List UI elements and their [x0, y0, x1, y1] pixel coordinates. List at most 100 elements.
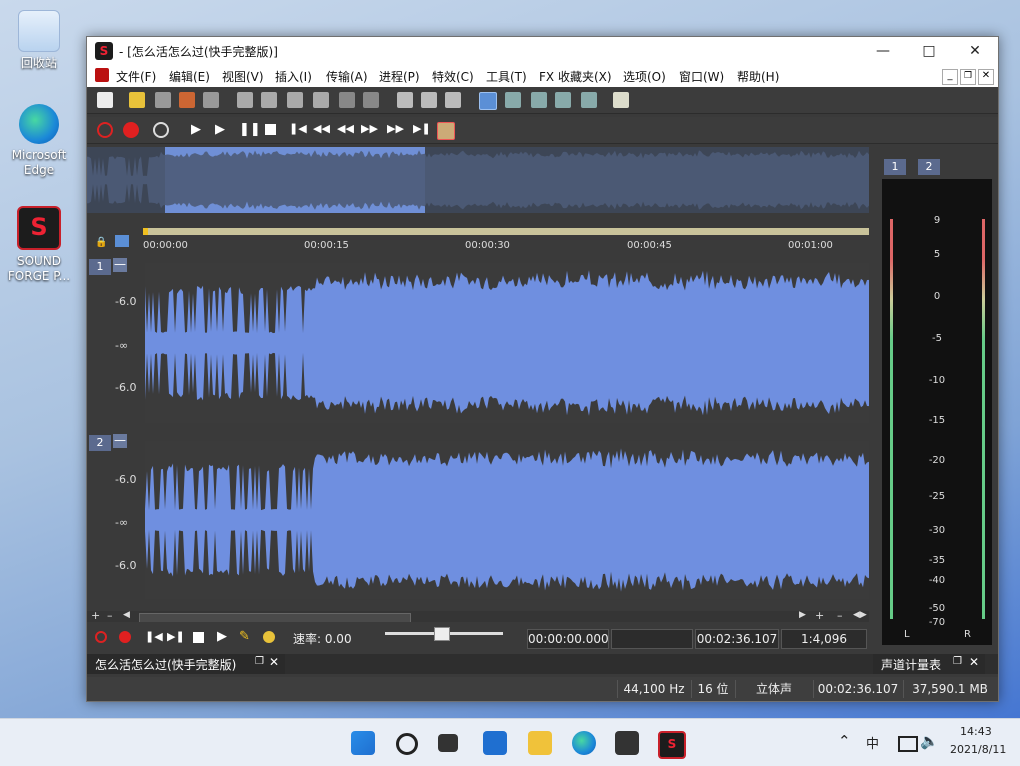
meter-tab-1[interactable]: 1 — [884, 159, 906, 175]
rewind-icon[interactable]: ◀◀ — [337, 122, 354, 135]
zoom-ratio-field[interactable]: 1:4,096 — [781, 629, 867, 649]
go-to-end-icon[interactable]: ▶❚ — [167, 630, 185, 643]
close-button[interactable]: ✕ — [952, 37, 998, 65]
record-remote-icon[interactable] — [95, 631, 107, 643]
time-ruler[interactable]: 🔒 00:00:00 00:00:15 00:00:30 00:00:45 00… — [87, 213, 869, 255]
ime-indicator[interactable]: 中 — [866, 733, 879, 752]
minimize-button[interactable]: — — [860, 37, 906, 65]
redo-icon[interactable] — [421, 92, 437, 108]
length-field[interactable]: 00:02:36.107 — [695, 629, 779, 649]
menu-insert[interactable]: 插入(I) — [275, 68, 312, 85]
start-icon[interactable] — [351, 731, 375, 755]
next-marker-icon[interactable]: ▶▶ — [387, 122, 404, 135]
bit-depth[interactable]: 16 位 — [691, 680, 734, 698]
playhead-marker[interactable] — [143, 228, 148, 235]
channel-mode[interactable]: 立体声 — [735, 680, 812, 698]
selection-start-field[interactable]: 00:00:00.000 — [527, 629, 609, 649]
pencil-icon[interactable]: ✎ — [239, 629, 250, 644]
doc-restore-button[interactable]: ❐ — [960, 69, 976, 85]
paste-icon[interactable] — [287, 92, 303, 108]
title-bar[interactable]: S - [怎么活怎么过(快手完整版)] — □ ✕ — [87, 37, 998, 65]
network-icon[interactable] — [898, 736, 918, 752]
menu-window[interactable]: 窗口(W) — [679, 68, 724, 85]
sound-forge-taskbar-icon[interactable]: S — [658, 731, 686, 759]
cut-icon[interactable] — [237, 92, 253, 108]
track-2-waveform[interactable] — [145, 441, 869, 599]
record-remote-icon[interactable] — [97, 122, 113, 138]
new-file-icon[interactable] — [97, 92, 113, 108]
tab-close-icon[interactable]: ✕ — [269, 655, 279, 669]
track-1-waveform[interactable] — [145, 263, 869, 423]
track-1-label[interactable]: 1 — [89, 259, 111, 275]
go-to-start-icon[interactable]: ❚◀ — [289, 122, 307, 135]
meter-tab[interactable]: 声道计量表 ❐ ✕ — [873, 654, 985, 674]
go-to-end-icon[interactable]: ▶❚ — [413, 122, 431, 135]
copy-icon[interactable] — [261, 92, 277, 108]
zoom-out-icon[interactable]: – — [107, 609, 113, 622]
spectrum-tool-icon[interactable] — [581, 92, 597, 108]
zoom-out-h-icon[interactable]: – — [837, 609, 843, 622]
zoom-in-h-icon[interactable]: + — [815, 609, 824, 622]
search-icon[interactable] — [396, 733, 418, 755]
edge-taskbar-icon[interactable] — [572, 731, 596, 755]
menu-edit[interactable]: 编辑(E) — [169, 68, 210, 85]
menu-view[interactable]: 视图(V) — [222, 68, 264, 85]
play-all-icon[interactable]: ▶ — [191, 122, 201, 137]
sample-rate[interactable]: 44,100 Hz — [617, 680, 690, 698]
menu-fx-favorites[interactable]: FX 收藏夹(X) — [539, 68, 612, 85]
track-2[interactable]: 2 — -6.0 -∞ -6.0 — [87, 433, 869, 609]
file-explorer-icon[interactable] — [528, 731, 552, 755]
track-1-minimize-button[interactable]: — — [113, 258, 127, 272]
play-icon[interactable]: ▶ — [215, 122, 225, 137]
zoom-in-icon[interactable]: + — [91, 609, 100, 622]
track-2-minimize-button[interactable]: — — [113, 434, 127, 448]
fast-forward-icon[interactable]: ▶▶ — [361, 122, 378, 135]
tab-close-icon[interactable]: ✕ — [969, 655, 979, 669]
menu-file[interactable]: 文件(F) — [116, 68, 156, 85]
speaker-icon[interactable] — [263, 631, 275, 643]
menu-process[interactable]: 进程(P) — [379, 68, 420, 85]
snap-icon[interactable] — [115, 235, 129, 247]
save-icon[interactable] — [155, 92, 171, 108]
overview-bar[interactable] — [87, 147, 869, 213]
task-view-icon[interactable] — [438, 734, 458, 752]
help-cursor-icon[interactable] — [613, 92, 629, 108]
scroll-left-icon[interactable]: ◀ — [123, 610, 130, 620]
float-icon[interactable]: ❐ — [953, 656, 962, 667]
selection-bar[interactable] — [143, 228, 869, 235]
clock-date[interactable]: 2021/8/11 — [950, 743, 1006, 756]
undo-icon[interactable] — [397, 92, 413, 108]
menu-options[interactable]: 选项(O) — [623, 68, 666, 85]
float-icon[interactable]: ❐ — [255, 656, 264, 667]
mix-icon[interactable] — [313, 92, 329, 108]
menu-effects[interactable]: 特效(C) — [432, 68, 474, 85]
widgets-icon[interactable] — [483, 731, 507, 755]
zoom-fit-icon[interactable]: ◀▶ — [853, 610, 867, 620]
selection-end-field[interactable] — [611, 629, 693, 649]
track-2-label[interactable]: 2 — [89, 435, 111, 451]
previous-marker-icon[interactable]: ◀◀ — [313, 122, 330, 135]
magnify-tool-icon[interactable] — [505, 92, 521, 108]
stop-icon[interactable] — [193, 632, 204, 643]
scrub-icon[interactable] — [437, 122, 455, 140]
rate-slider-thumb[interactable] — [434, 627, 450, 641]
clock-time[interactable]: 14:43 — [960, 725, 992, 738]
doc-close-button[interactable]: ✕ — [978, 69, 994, 85]
chevron-up-icon[interactable]: ⌃ — [838, 732, 851, 750]
track-1[interactable]: 1 — -6.0 -∞ -6.0 — [87, 255, 869, 431]
save-all-icon[interactable] — [203, 92, 219, 108]
play-icon[interactable]: ▶ — [217, 629, 227, 644]
doc-minimize-button[interactable]: _ — [942, 69, 958, 85]
store-icon[interactable] — [615, 731, 639, 755]
trim-icon[interactable] — [339, 92, 355, 108]
stop-icon[interactable] — [265, 124, 276, 135]
loop-icon[interactable] — [153, 122, 169, 138]
go-to-start-icon[interactable]: ❚◀ — [145, 630, 163, 643]
desktop-icon-edge[interactable]: Microsoft Edge — [4, 104, 74, 178]
doc-menu-icon[interactable] — [95, 68, 109, 82]
menu-transport[interactable]: 传输(A) — [326, 68, 368, 85]
event-tool-icon[interactable] — [555, 92, 571, 108]
scroll-right-icon[interactable]: ▶ — [799, 610, 806, 620]
record-icon[interactable] — [119, 631, 131, 643]
menu-tools[interactable]: 工具(T) — [486, 68, 527, 85]
